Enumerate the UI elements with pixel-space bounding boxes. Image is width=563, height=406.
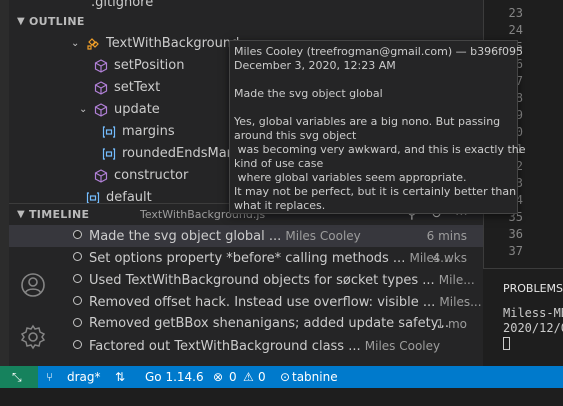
commit-node-icon (73, 252, 82, 261)
tooltip-body-line: what it replaces. (234, 199, 326, 212)
tooltip-body-line: around this svg object (234, 129, 357, 142)
commit-author: Miles Cooley (285, 229, 361, 243)
chevron-down-icon: ⌄ (79, 104, 88, 115)
outline-item-label: setText (114, 80, 161, 95)
outline-item-label: TextWithBackground (106, 36, 240, 51)
commit-node-icon (73, 296, 82, 305)
tooltip-body-line: was becoming very awkward, and this is e… (234, 143, 526, 156)
terminal-line: Miless-MB (503, 306, 563, 320)
commit-node-icon (73, 230, 82, 239)
class-icon (87, 38, 99, 50)
remote-indicator[interactable]: ⤡ (0, 366, 38, 388)
commit-message: Removed offset hack. Instead use overflo… (89, 295, 436, 310)
outline-header[interactable]: ▼ OUTLINE (9, 11, 483, 33)
commit-node-icon (73, 340, 82, 349)
method-icon (94, 81, 108, 95)
timeline-row-text: Made the svg object global ... Miles Coo… (89, 225, 361, 248)
line-number: 36 (508, 227, 523, 241)
line-number: 23 (508, 6, 523, 20)
commit-node-icon (73, 318, 82, 327)
outline-item-label: constructor (114, 168, 189, 183)
outline-item-label: setPosition (114, 58, 185, 73)
commit-message: Used TextWithBackground objects for søck… (89, 273, 435, 288)
window-bottom (0, 388, 563, 406)
commit-author: Mile... (438, 273, 475, 287)
commit-message: Factored out TextWithBackground class ..… (89, 339, 361, 354)
timeline-row-text: Used TextWithBackground objects for søck… (89, 269, 475, 292)
timeline-row[interactable]: Removed offset hack. Instead use overflo… (9, 291, 483, 313)
outline-item-label: margins (122, 124, 175, 139)
error-icon: ⊗ (213, 370, 224, 384)
timeline-row[interactable]: Used TextWithBackground objects for søck… (9, 269, 483, 291)
account-icon[interactable] (19, 271, 47, 299)
commit-time: 4 wks (432, 251, 467, 265)
commit-author: Miles Cooley (364, 339, 441, 353)
commit-author: Miles... (439, 295, 482, 309)
chevron-down-icon: ⌄ (71, 38, 80, 49)
timeline-row[interactable]: Factored out TextWithBackground class ..… (9, 335, 483, 357)
timeline-row-text: Removed offset hack. Instead use overflo… (89, 291, 482, 314)
commit-time: 6 mins (426, 229, 467, 243)
outline-item-label: update (114, 102, 160, 117)
bottom-panel: PROBLEMS Miless-MB 2020/12/0 (483, 268, 563, 367)
tab-problems[interactable]: PROBLEMS (503, 282, 563, 295)
method-icon (94, 59, 108, 73)
line-number: 37 (508, 244, 523, 258)
commit-message: Removed getBBox shenanigans; added updat… (89, 316, 449, 331)
timeline-title: TIMELINE (29, 208, 90, 221)
sync-icon[interactable]: ⇅ (115, 366, 125, 388)
warning-count[interactable]: 0 (258, 366, 266, 388)
tooltip-date-line: December 3, 2020, 12:23 AM (234, 59, 396, 72)
tooltip-body-line: kind of use case (234, 157, 324, 170)
chevron-down-icon: ▼ (17, 16, 25, 27)
tooltip-body-line: Yes, global variables are a big nono. Bu… (234, 115, 501, 128)
commit-tooltip: Miles Cooley (treefrogman@gmail.com) — b… (229, 40, 526, 214)
commit-node-icon (73, 274, 82, 283)
method-icon (94, 169, 108, 183)
commit-time: 1 mo (436, 317, 467, 331)
tooltip-body-line: where global variables seem appropriate. (234, 171, 467, 184)
chevron-down-icon: ▼ (17, 209, 25, 220)
remote-icon: ⤡ (12, 370, 22, 384)
branch-name[interactable]: drag* (67, 366, 101, 388)
gear-icon[interactable] (19, 323, 47, 351)
timeline-row-text: Set options property *before* calling me… (89, 247, 452, 270)
commit-message: Set options property *before* calling me… (89, 251, 406, 266)
timeline-row[interactable]: Set options property *before* calling me… (9, 247, 483, 269)
terminal-line: 2020/12/0 (503, 321, 563, 335)
outline-item-label: roundedEndsMar (122, 146, 232, 161)
line-number: 24 (508, 23, 523, 37)
go-version[interactable]: Go 1.14.6 (145, 366, 204, 388)
error-count[interactable]: 0 (229, 366, 237, 388)
tooltip-summary: Made the svg object global (234, 87, 383, 100)
tooltip-body-line: It may not be perfect, but it is certain… (234, 185, 517, 198)
branch-icon: ⑂ (46, 370, 54, 384)
field-icon (102, 148, 116, 160)
tooltip-author-line: Miles Cooley (treefrogman@gmail.com) — b… (234, 45, 523, 58)
timeline-row[interactable]: Removed getBBox shenanigans; added updat… (9, 313, 483, 335)
warning-icon: ⚠ (243, 370, 254, 384)
tabnine-icon: ⊙ (280, 370, 291, 384)
timeline-row-text: Factored out TextWithBackground class ..… (89, 335, 440, 358)
terminal-cursor (503, 337, 510, 350)
method-icon (94, 103, 108, 117)
timeline-row[interactable]: Made the svg object global ... Miles Coo… (9, 225, 483, 247)
tabnine-status[interactable]: tabnine (292, 366, 338, 388)
field-icon (102, 126, 116, 138)
status-bar: ⤡ ⑂ drag* ⇅ Go 1.14.6 ⊗ 0 ⚠ 0 ⊙ tabnine (0, 366, 563, 388)
timeline-row-text: Removed getBBox shenanigans; added updat… (89, 313, 449, 335)
outline-title: OUTLINE (29, 15, 85, 28)
commit-message: Made the svg object global ... (89, 229, 282, 244)
